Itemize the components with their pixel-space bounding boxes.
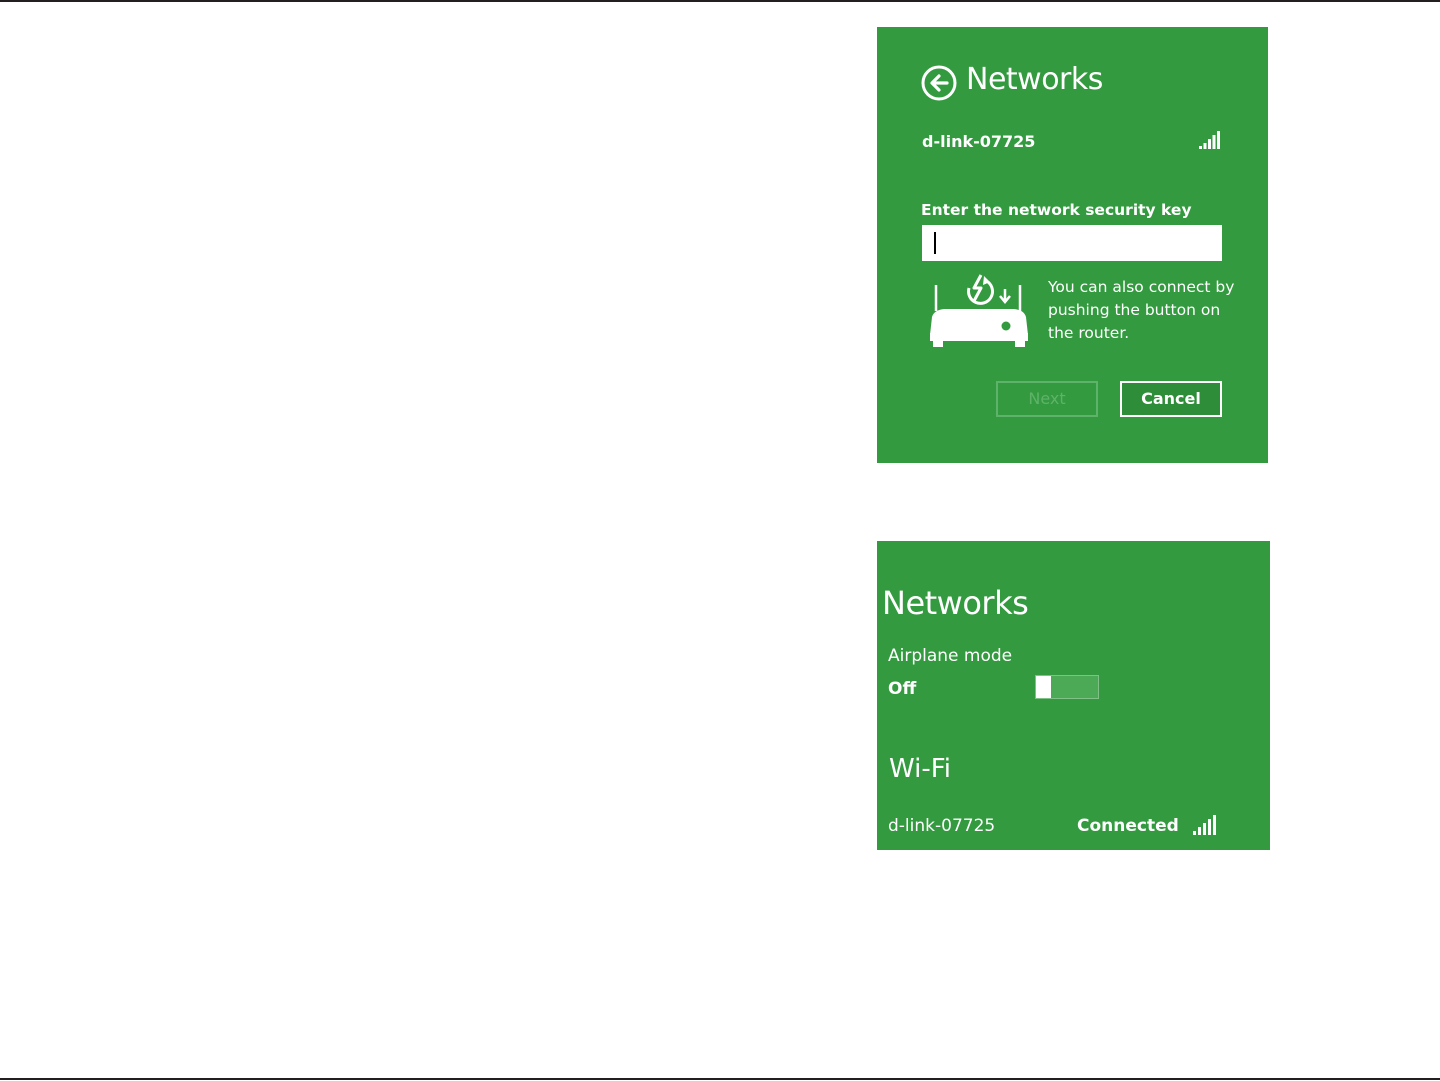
bottom-rule xyxy=(0,1078,1440,1080)
signal-strength-icon xyxy=(1199,131,1220,149)
wps-hint-text: You can also connect by pushing the butt… xyxy=(1048,278,1235,342)
connection-status: Connected xyxy=(1077,816,1179,836)
next-button[interactable]: Next xyxy=(996,381,1098,417)
signal-strength-icon xyxy=(1193,815,1216,835)
toggle-thumb xyxy=(1036,676,1051,698)
router-wps-icon xyxy=(930,274,1028,347)
airplane-mode-toggle[interactable] xyxy=(1035,675,1099,699)
network-connect-panel: Networks d-link-07725 Enter the network … xyxy=(877,27,1268,463)
wifi-network-name[interactable]: d-link-07725 xyxy=(888,814,995,838)
panel-title: Networks xyxy=(966,62,1103,97)
airplane-mode-label: Airplane mode xyxy=(888,646,1013,666)
airplane-mode-state: Off xyxy=(888,679,917,699)
networks-status-panel: Networks Airplane mode Off Wi-Fi d-link-… xyxy=(877,541,1270,850)
top-rule xyxy=(0,0,1440,2)
text-caret xyxy=(934,232,936,254)
security-key-label: Enter the network security key xyxy=(921,201,1192,219)
wifi-heading: Wi-Fi xyxy=(889,754,952,784)
network-name: d-link-07725 xyxy=(922,132,1036,151)
panel-title: Networks xyxy=(882,584,1029,622)
cancel-button[interactable]: Cancel xyxy=(1120,381,1222,417)
security-key-input[interactable] xyxy=(922,225,1222,261)
back-arrow-icon[interactable] xyxy=(921,65,957,101)
